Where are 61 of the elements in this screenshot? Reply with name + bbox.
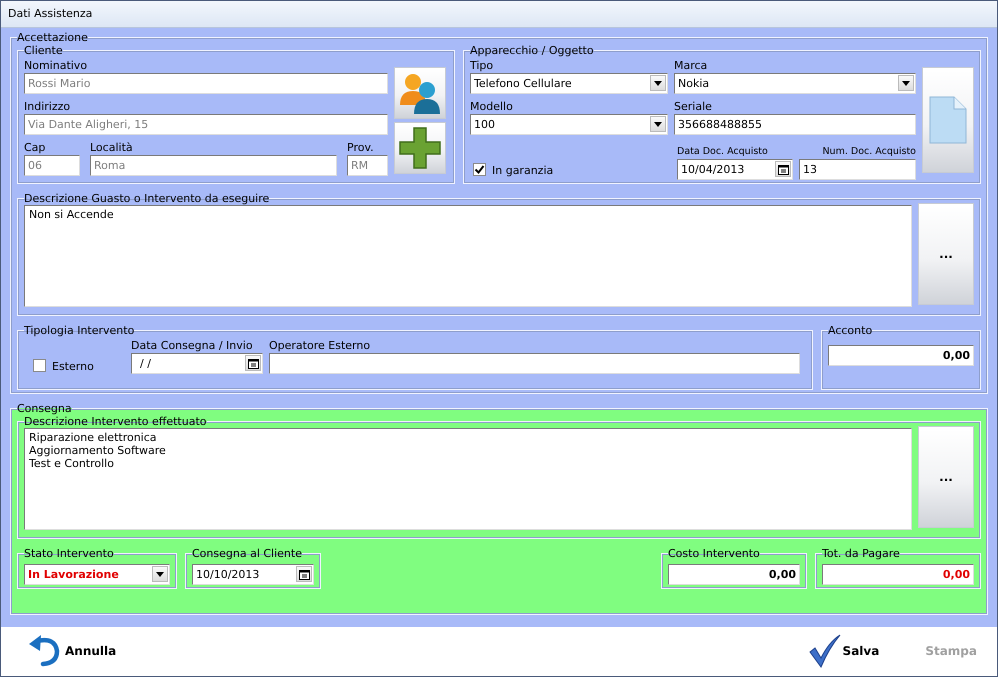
amount-field[interactable]: 0,00 xyxy=(668,564,800,585)
amount-field[interactable]: 0,00 xyxy=(828,344,974,366)
date-field[interactable]: 10/04/2013 xyxy=(677,158,793,180)
field-label: Tipo xyxy=(470,58,494,73)
field-label: Marca xyxy=(674,58,708,73)
checkmark-icon xyxy=(808,634,841,668)
cancel-button[interactable]: Annulla xyxy=(27,635,116,668)
input-field[interactable]: 13 xyxy=(799,158,916,180)
field-label: Seriale xyxy=(674,100,713,114)
caret-icon xyxy=(152,566,168,582)
group-title: Stato Intervento xyxy=(24,546,114,560)
plus-icon xyxy=(398,126,442,170)
group-title: Consegna xyxy=(17,402,72,415)
field-label: Modello xyxy=(470,100,514,114)
input-field[interactable] xyxy=(269,352,800,374)
field-label: Prov. xyxy=(347,140,375,155)
field-label: Num. Doc. Acquisto xyxy=(821,144,916,159)
save-button[interactable]: Salva xyxy=(808,634,880,668)
caret-icon xyxy=(650,116,666,132)
caret-icon xyxy=(898,75,914,92)
group-title: Accettazione xyxy=(17,30,88,44)
date-field[interactable]: 10/10/2013 xyxy=(192,564,314,585)
field-label: Cap xyxy=(24,140,46,155)
group-title: Descrizione Intervento effettuato xyxy=(24,414,206,428)
add-button[interactable] xyxy=(394,122,446,174)
calendar-icon[interactable] xyxy=(296,566,312,582)
group-title: Consegna al Cliente xyxy=(192,546,302,560)
text-area[interactable]: Riparazione elettronica Aggiornamento Software Test e Controllo xyxy=(24,428,912,530)
group-title: Apparecchio / Oggetto xyxy=(470,44,594,57)
calendar-icon[interactable] xyxy=(245,355,261,372)
field-label: Data Doc. Acquisto xyxy=(677,144,769,159)
dropdown[interactable]: In Lavorazione xyxy=(24,564,170,585)
field-label: Indirizzo xyxy=(24,100,72,114)
checkbox[interactable] xyxy=(473,163,486,176)
checkbox-label: Esterno xyxy=(52,360,94,374)
dropdown[interactable]: Telefono Cellulare xyxy=(470,72,668,94)
field-label: Località xyxy=(90,140,134,155)
field-label: Operatore Esterno xyxy=(269,338,372,353)
window-title: Dati Assistenza xyxy=(8,7,92,20)
more-button[interactable]: ... xyxy=(918,426,974,528)
checkbox-label: In garanzia xyxy=(492,164,554,178)
more-button[interactable]: ... xyxy=(918,202,974,305)
group-title: Costo Intervento xyxy=(668,546,760,560)
group-title: Cliente xyxy=(24,44,63,57)
field-label: Data Consegna / Invio xyxy=(131,338,254,353)
calendar-icon[interactable] xyxy=(775,161,791,178)
input-field[interactable]: 356688488855 xyxy=(674,114,916,135)
group-title: Descrizione Guasto o Intervento da eseguire xyxy=(24,192,270,205)
field-label: Nominativo xyxy=(24,58,88,73)
amount-field[interactable]: 0,00 xyxy=(822,564,974,585)
group-title: Acconto xyxy=(828,324,872,337)
document-icon xyxy=(928,94,968,145)
dropdown[interactable]: Nokia xyxy=(674,72,916,94)
dropdown[interactable]: 100 xyxy=(470,114,668,135)
group-title: Tipologia Intervento xyxy=(24,324,134,337)
customers-button[interactable] xyxy=(394,66,446,119)
group-title: Tot. da Pagare xyxy=(822,546,900,560)
checkbox[interactable] xyxy=(33,359,46,372)
caret-icon xyxy=(650,75,666,92)
date-field[interactable]: / / xyxy=(131,352,263,374)
text-area[interactable]: Non si Accende xyxy=(24,204,912,307)
